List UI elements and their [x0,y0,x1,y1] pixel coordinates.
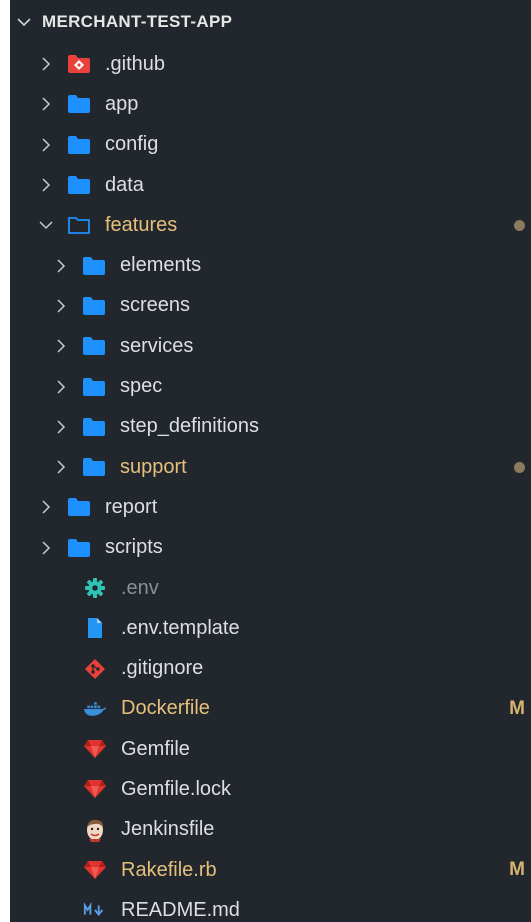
folder-icon [82,456,106,478]
item-label: Rakefile.rb [121,858,217,881]
chevron-right-icon[interactable] [53,419,69,435]
folder-item[interactable]: scripts [10,528,531,568]
chevron-right-icon[interactable] [53,379,69,395]
item-label: support [120,455,187,478]
item-label: Gemfile [121,737,190,760]
item-label: spec [120,375,163,398]
chevron-down-icon [17,18,31,27]
item-label: report [105,495,158,518]
item-label: features [105,213,178,236]
folder-item[interactable]: step_definitions [10,407,531,447]
folder-item[interactable]: support [10,447,531,487]
folder-icon [67,496,91,518]
folder-icon [67,93,91,115]
modified-dot-indicator [514,461,525,473]
item-label: .gitignore [121,657,204,680]
file-item[interactable]: .env [10,568,531,608]
folder-icon [82,416,106,438]
folder-icon [82,335,106,357]
chevron-right-icon[interactable] [38,177,54,193]
item-label: config [105,133,159,156]
git-status-badge: M [509,859,525,881]
item-label: step_definitions [120,415,259,438]
item-label: .env.template [121,616,240,639]
chevron-right-icon[interactable] [53,459,69,475]
chevron-down-icon[interactable] [38,217,54,233]
folder-icon [67,174,91,196]
folder-item[interactable]: .github [10,44,531,84]
item-label: .env [121,576,159,599]
folder-icon [82,295,106,317]
folder-item[interactable]: features [10,205,531,245]
file-tree: .github app config data features elements scre… [10,44,531,922]
git-icon [83,658,107,680]
file-item[interactable]: Gemfile [10,729,531,769]
folder-item[interactable]: config [10,125,531,165]
folder-item[interactable]: report [10,487,531,527]
file-item[interactable]: .gitignore [10,648,531,688]
chevron-right-icon[interactable] [53,298,69,314]
file-item[interactable]: Jenkinsfile [10,810,531,850]
markdown-icon [83,899,107,921]
explorer-header[interactable]: MERCHANT-TEST-APP [10,0,531,44]
item-label: screens [120,294,191,317]
github-folder-icon [67,53,91,75]
folder-item[interactable]: app [10,84,531,124]
chevron-right-icon[interactable] [38,96,54,112]
docker-icon [83,698,107,720]
file-item[interactable]: .env.template [10,608,531,648]
item-label: elements [120,254,202,277]
folder-icon [67,134,91,156]
chevron-right-icon[interactable] [38,137,54,153]
ruby-gem-icon [83,738,107,760]
chevron-right-icon[interactable] [53,338,69,354]
file-explorer: MERCHANT-TEST-APP .github app config data fe… [10,0,531,922]
folder-item[interactable]: screens [10,286,531,326]
file-icon [83,617,107,639]
item-label: .github [105,52,166,75]
item-label: Jenkinsfile [121,818,215,841]
file-item[interactable]: Dockerfile M [10,689,531,729]
file-item[interactable]: README.md [10,890,531,922]
ruby-gem-icon [83,778,107,800]
git-status-badge: M [509,697,525,719]
chevron-right-icon[interactable] [53,258,69,274]
chevron-right-icon[interactable] [38,540,54,556]
item-label: Gemfile.lock [121,777,232,800]
modified-dot-indicator [514,219,525,231]
file-item[interactable]: Gemfile.lock [10,769,531,809]
explorer-title: MERCHANT-TEST-APP [42,12,233,31]
file-item[interactable]: Rakefile.rb M [10,850,531,890]
item-label: README.md [121,898,240,921]
item-label: data [105,173,144,196]
folder-icon [82,255,106,277]
ruby-gem-icon [83,859,107,881]
item-label: services [120,334,194,357]
folder-icon [67,537,91,559]
folder-item[interactable]: elements [10,245,531,285]
item-label: scripts [105,536,163,559]
chevron-right-icon[interactable] [38,56,54,72]
folder-item[interactable]: spec [10,366,531,406]
item-label: app [105,92,139,115]
folder-icon [82,376,106,398]
item-label: Dockerfile [121,697,210,720]
chevron-right-icon[interactable] [38,499,54,515]
jenkins-icon [83,819,107,842]
gear-icon [83,577,107,599]
folder-open-icon [67,214,91,236]
folder-item[interactable]: services [10,326,531,366]
folder-item[interactable]: data [10,165,531,205]
